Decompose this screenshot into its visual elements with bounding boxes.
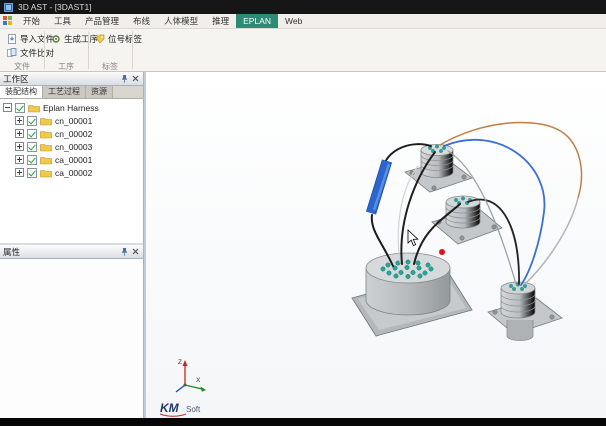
- button-label: 文件比对: [20, 47, 54, 59]
- tab-human-model[interactable]: 人体模型: [157, 14, 205, 28]
- workspace-tabs: 装配结构 工艺过程 资源: [0, 86, 143, 99]
- axis-x-label: X: [196, 377, 201, 384]
- expand-icon[interactable]: [15, 155, 24, 164]
- app-logo-icon: [4, 3, 13, 12]
- tree-item-label: ca_00001: [55, 155, 92, 165]
- checkbox[interactable]: [27, 155, 37, 165]
- app-grid-icon: [3, 16, 13, 26]
- tab-start[interactable]: 开始: [16, 14, 47, 28]
- tree-item-label: cn_00003: [55, 142, 92, 152]
- wire-silver: [525, 198, 578, 284]
- connector-icon: [40, 142, 52, 152]
- 3d-viewport[interactable]: Z X KM Soft: [146, 72, 606, 418]
- logo-km: KM: [160, 401, 180, 415]
- left-dock: 工作区 装配结构 工艺过程 资源 Eplan Harness: [0, 72, 144, 418]
- connector-cn2[interactable]: [432, 196, 502, 244]
- pin-icon[interactable]: [120, 74, 129, 83]
- application-menu-button[interactable]: [0, 14, 16, 28]
- tab-web[interactable]: Web: [278, 14, 309, 28]
- generate-process-icon: [51, 34, 61, 44]
- expand-icon[interactable]: [15, 129, 24, 138]
- axis-z-label: Z: [178, 359, 182, 366]
- tab-assembly-structure[interactable]: 装配结构: [0, 86, 43, 98]
- tab-product-management[interactable]: 产品管理: [78, 14, 126, 28]
- properties-panel-body: [0, 259, 143, 418]
- tab-routing[interactable]: 布线: [126, 14, 157, 28]
- menu-bar: 开始 工具 产品管理 布线 人体模型 推理 EPLAN Web: [0, 14, 606, 29]
- 3d-scene: Z X KM Soft: [146, 72, 606, 418]
- tree-item-ca00002[interactable]: ca_00002: [0, 166, 143, 179]
- tab-resources[interactable]: 资源: [86, 86, 113, 98]
- expand-icon[interactable]: [15, 142, 24, 151]
- properties-panel-title: 属性: [3, 246, 118, 258]
- wire-orange: [440, 122, 581, 198]
- vendor-logo: KM Soft: [160, 401, 201, 416]
- connector-icon: [40, 116, 52, 126]
- import-file-icon: [7, 34, 17, 44]
- collapse-icon[interactable]: [3, 103, 12, 112]
- close-icon[interactable]: [131, 247, 140, 256]
- properties-panel-header: 属性: [0, 245, 143, 259]
- checkbox[interactable]: [27, 168, 37, 178]
- tree-item-label: ca_00002: [55, 168, 92, 178]
- position-label-button[interactable]: 位号标签: [92, 32, 145, 45]
- mouse-cursor: [408, 230, 418, 246]
- cable-icon: [40, 155, 52, 165]
- button-label: 位号标签: [108, 33, 142, 45]
- title-bar: 3D AST - [3DAST1]: [0, 0, 606, 14]
- logo-soft: Soft: [186, 405, 201, 414]
- connector-icon: [40, 129, 52, 139]
- tab-inference[interactable]: 推理: [205, 14, 236, 28]
- tab-process[interactable]: 工艺过程: [43, 86, 86, 98]
- position-label-icon: [95, 34, 105, 44]
- tree-item-cn00001[interactable]: cn_00001: [0, 114, 143, 127]
- workspace-panel-header: 工作区: [0, 72, 143, 86]
- checkbox[interactable]: [27, 116, 37, 126]
- point-marker[interactable]: [439, 249, 445, 255]
- sleeve[interactable]: [371, 161, 389, 213]
- tree-item-label: cn_00002: [55, 129, 92, 139]
- cable-icon: [40, 168, 52, 178]
- close-icon[interactable]: [131, 74, 140, 83]
- tree-item-cn00002[interactable]: cn_00002: [0, 127, 143, 140]
- checkbox[interactable]: [27, 142, 37, 152]
- expand-icon[interactable]: [15, 168, 24, 177]
- workspace-panel-title: 工作区: [3, 73, 118, 85]
- ribbon-group-process: 工序: [44, 61, 88, 71]
- tab-eplan[interactable]: EPLAN: [236, 14, 278, 28]
- tree-item-label: cn_00001: [55, 116, 92, 126]
- file-compare-button[interactable]: 文件比对: [4, 46, 57, 59]
- pin-icon[interactable]: [120, 247, 129, 256]
- assembly-tree: Eplan Harness cn_00001 cn_00002: [0, 99, 143, 243]
- tree-item-cn00003[interactable]: cn_00003: [0, 140, 143, 153]
- tree-item-ca00001[interactable]: ca_00001: [0, 153, 143, 166]
- ribbon-group-label: 标签: [88, 61, 132, 71]
- ribbon-group-file: 文件: [0, 61, 44, 71]
- checkbox[interactable]: [15, 103, 25, 113]
- ribbon-separator: [132, 31, 133, 69]
- ribbon: 导入文件 生成工序 位号标签 文件比对 文件 工序: [0, 29, 606, 72]
- bottom-bar: [0, 418, 606, 426]
- connector-cn3[interactable]: [488, 282, 562, 341]
- tree-root[interactable]: Eplan Harness: [0, 101, 143, 114]
- main-connector[interactable]: [352, 253, 472, 336]
- tree-root-label: Eplan Harness: [43, 103, 99, 113]
- checkbox[interactable]: [27, 129, 37, 139]
- expand-icon[interactable]: [15, 116, 24, 125]
- axis-triad: Z X: [176, 359, 206, 392]
- harness-root-icon: [28, 103, 40, 113]
- file-compare-icon: [7, 48, 17, 58]
- window-title: 3D AST - [3DAST1]: [18, 2, 92, 12]
- tab-tools[interactable]: 工具: [47, 14, 78, 28]
- application-window: 3D AST - [3DAST1] 开始 工具 产品管理 布线 人体模型 推理 …: [0, 0, 606, 426]
